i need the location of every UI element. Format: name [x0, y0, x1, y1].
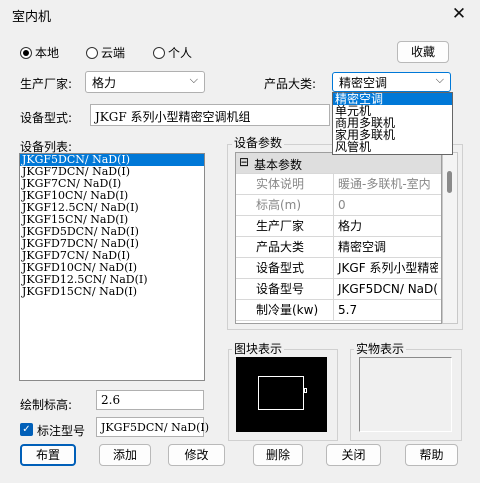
- block-preview-title: 图块表示: [232, 340, 285, 357]
- chevron-down-icon: ⌵: [435, 73, 444, 86]
- radio-personal-indicator: [153, 46, 165, 59]
- manufacturer-label: 生产厂家:: [20, 77, 73, 91]
- label-model-value: JKGF5DCN/ NaD(I): [101, 421, 210, 434]
- real-preview-image: [359, 357, 452, 432]
- title-bar: 室内机 ✕: [0, 0, 480, 30]
- param-name: 设备型号: [254, 279, 334, 299]
- category-dropdown[interactable]: 精密空调 单元机 商用多联机 家用多联机 风管机: [332, 92, 453, 155]
- device-list[interactable]: JKGF5DCN/ NaD(I) JKGF7DCN/ NaD(I) JKGF7C…: [19, 153, 205, 381]
- table-row[interactable]: 生产厂家 格力: [236, 216, 441, 237]
- close-icon[interactable]: ✕: [446, 2, 472, 26]
- unit-connector: [304, 388, 307, 393]
- params-grid[interactable]: ⊟ 基本参数 实体说明 暖通-多联机-室内 标高(m) 0 生产厂家 格力 产品…: [235, 152, 442, 324]
- table-row[interactable]: 实体说明 暖通-多联机-室内: [236, 174, 441, 195]
- params-section-title: 基本参数: [254, 158, 303, 172]
- label-model-checkbox[interactable]: ✓: [20, 423, 33, 436]
- param-name: 设备型式: [254, 258, 334, 278]
- model-type-value: JKGF 系列小型精密空调机组: [95, 110, 251, 124]
- radio-personal[interactable]: 个人: [153, 44, 192, 61]
- manufacturer-value: 格力: [92, 76, 117, 90]
- unit-outline: [258, 376, 304, 410]
- param-value: 0: [338, 198, 346, 212]
- model-type-label: 设备型式:: [20, 111, 73, 125]
- category-label: 产品大类:: [264, 77, 317, 91]
- delete-button[interactable]: 删除: [253, 444, 303, 466]
- param-value[interactable]: JKGF 系列小型精密: [336, 258, 438, 278]
- radio-cloud-indicator: [86, 46, 98, 59]
- favorite-button[interactable]: 收藏: [397, 41, 449, 63]
- param-value: 暖通-多联机-室内: [338, 177, 431, 191]
- label-model-label: 标注型号: [37, 424, 86, 438]
- scrollbar-thumb[interactable]: [447, 171, 452, 193]
- layout-button[interactable]: 布置: [20, 444, 76, 466]
- collapse-icon[interactable]: ⊟: [239, 155, 249, 169]
- add-button[interactable]: 添加: [99, 444, 151, 466]
- table-row[interactable]: 设备型式 JKGF 系列小型精密: [236, 258, 441, 279]
- params-scrollbar[interactable]: [442, 152, 458, 324]
- param-value[interactable]: 格力: [336, 216, 438, 236]
- draw-elevation-value: 2.6: [101, 393, 121, 407]
- category-select[interactable]: 精密空调 ⌵: [332, 72, 451, 92]
- table-row[interactable]: 设备型号 JKGF5DCN/ NaD(I): [236, 279, 441, 300]
- manufacturer-select[interactable]: 格力 ⌵: [85, 71, 205, 93]
- radio-local-indicator: [20, 46, 32, 59]
- radio-local-label: 本地: [35, 46, 60, 60]
- param-name: 实体说明: [254, 174, 334, 194]
- modify-button[interactable]: 修改: [168, 444, 225, 466]
- param-value[interactable]: JKGF5DCN/ NaD(I): [336, 279, 438, 299]
- table-row[interactable]: 制冷量(kw) 5.7: [236, 300, 441, 321]
- label-model-input[interactable]: JKGF5DCN/ NaD(I): [96, 417, 209, 437]
- draw-elevation-label: 绘制标高:: [20, 398, 73, 412]
- real-preview-title: 实物表示: [354, 340, 407, 357]
- draw-elevation-input[interactable]: 2.6: [96, 390, 204, 410]
- block-preview-canvas: [236, 357, 327, 432]
- radio-cloud-label: 云端: [101, 46, 126, 60]
- help-button[interactable]: 帮助: [405, 444, 458, 466]
- close-button[interactable]: 关闭: [326, 444, 381, 466]
- table-row[interactable]: 产品大类 精密空调: [236, 237, 441, 258]
- window-title: 室内机: [12, 10, 52, 25]
- params-section-header[interactable]: ⊟ 基本参数: [236, 153, 441, 174]
- params-group-title: 设备参数: [232, 134, 285, 151]
- category-value: 精密空调: [339, 76, 388, 90]
- param-name: 制冷量(kw): [254, 300, 334, 320]
- model-type-field[interactable]: JKGF 系列小型精密空调机组: [90, 104, 330, 126]
- radio-cloud[interactable]: 云端: [86, 44, 125, 61]
- table-row[interactable]: 标高(m) 0: [236, 195, 441, 216]
- param-value[interactable]: 5.7: [336, 300, 438, 320]
- dropdown-option[interactable]: 风管机: [333, 141, 452, 153]
- radio-local[interactable]: 本地: [20, 44, 59, 61]
- param-name: 生产厂家: [254, 216, 334, 236]
- radio-personal-label: 个人: [168, 46, 193, 60]
- param-value[interactable]: 精密空调: [336, 237, 438, 257]
- chevron-down-icon: ⌵: [189, 73, 198, 86]
- list-item[interactable]: JKGFD15CN/ NaD(I): [20, 286, 204, 298]
- param-name: 标高(m): [254, 195, 334, 215]
- param-name: 产品大类: [254, 237, 334, 257]
